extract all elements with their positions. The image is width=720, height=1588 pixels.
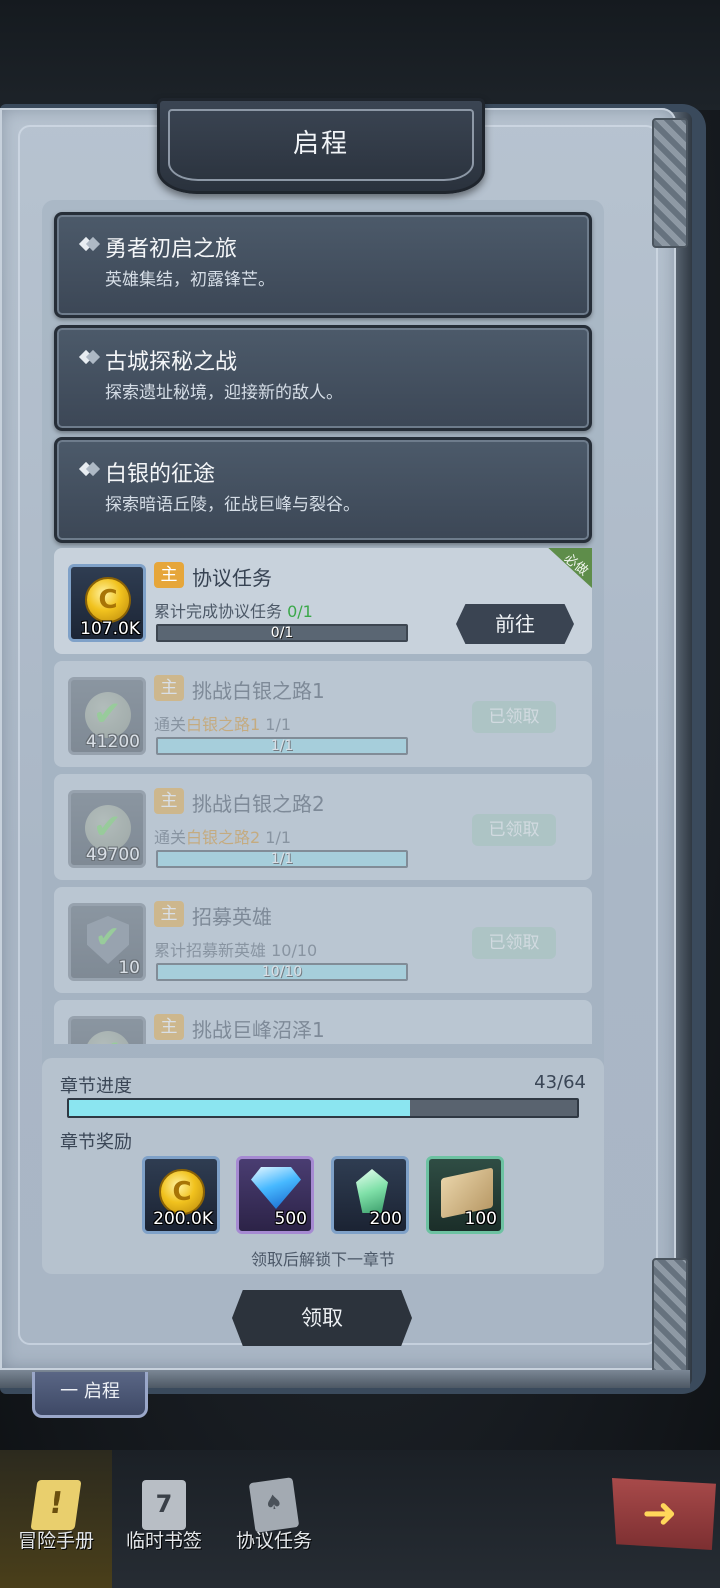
gold-coin-icon: [85, 577, 131, 623]
task-desc: 通关白银之路1 1/1: [154, 715, 292, 734]
task-row: 41200 主 挑战白银之路1 通关白银之路1 1/1 1/1 已领取: [54, 661, 592, 767]
task-desc: 通关白银之路2 1/1: [154, 828, 292, 847]
reward-slot[interactable]: 107.0K: [68, 564, 146, 642]
reward-slot-crystal[interactable]: 200: [331, 1156, 409, 1234]
page-title: 启程: [292, 129, 349, 159]
reward-slot-diamond[interactable]: 500: [236, 1156, 314, 1234]
reward-amount: 10: [118, 958, 140, 978]
reward-slot: ✔ 10: [68, 903, 146, 981]
chapter-card-3[interactable]: 白银的征途 探索暗语丘陵，征战巨峰与裂谷。: [54, 437, 592, 543]
main-quest-tag: 主: [154, 1014, 184, 1040]
next-button[interactable]: ➜: [612, 1478, 716, 1550]
title-banner: 启程: [157, 98, 485, 194]
reward-slot: [68, 1016, 146, 1044]
task-list[interactable]: 107.0K 主 协议任务 累计完成协议任务 0/1 0/1 前往 必做 412…: [54, 548, 592, 1044]
task-row: 主 挑战巨峰沼泽1: [54, 1000, 592, 1044]
checkmark-icon: ✔: [95, 920, 121, 955]
chapter-progress-label: 章节进度: [60, 1076, 132, 1097]
claimed-button: 已领取: [472, 814, 556, 846]
nav-label: 协议任务: [235, 1530, 312, 1552]
reward-amount: 49700: [85, 845, 140, 865]
chapter-progress-bar: [67, 1098, 579, 1118]
main-quest-tag: 主: [154, 788, 184, 814]
chapter-title: 白银的征途: [105, 462, 216, 487]
go-button[interactable]: 前往: [456, 604, 574, 644]
task-progress-bar: 10/10: [156, 963, 408, 981]
task-desc: 累计招募新英雄 10/10: [154, 941, 318, 960]
chapter-progress-count: 43/64: [534, 1072, 586, 1093]
task-progress-bar: 1/1: [156, 850, 408, 868]
diamond-bullet-icon: [81, 237, 97, 253]
task-progress-bar: 0/1: [156, 624, 408, 642]
top-backdrop: [0, 0, 720, 110]
claim-button[interactable]: 领取: [232, 1290, 412, 1346]
main-quest-tag: 主: [154, 675, 184, 701]
crystal-shard-icon: [356, 1169, 388, 1213]
claimed-button: 已领取: [472, 927, 556, 959]
chapter-progress-panel: 章节进度 43/64 章节奖励 200.0K 500 200 100 领取后解锁…: [42, 1058, 604, 1274]
chapter-bookmark-tab[interactable]: 一 启程: [32, 1372, 148, 1418]
claimed-button: 已领取: [472, 701, 556, 733]
task-row: ✔ 10 主 招募英雄 累计招募新英雄 10/10 10/10 已领取: [54, 887, 592, 993]
reward-amount: 107.0K: [80, 619, 140, 639]
unlock-note: 领取后解锁下一章节: [250, 1250, 395, 1269]
reward-slot-scroll[interactable]: 100: [426, 1156, 504, 1234]
chapter-reward-label: 章节奖励: [60, 1132, 132, 1153]
task-title: 协议任务: [192, 566, 272, 590]
chapter-desc: 探索遗址秘境，迎接新的敌人。: [105, 383, 343, 403]
bottom-nav: 冒险手册 临时书签 协议任务: [0, 1450, 720, 1588]
task-row: 107.0K 主 协议任务 累计完成协议任务 0/1 0/1 前往 必做: [54, 548, 592, 654]
task-title: 挑战白银之路1: [192, 679, 325, 703]
adventure-book-icon: [30, 1480, 82, 1530]
chapter-card-2[interactable]: 古城探秘之战 探索遗址秘境，迎接新的敌人。: [54, 325, 592, 431]
nav-adventure-book[interactable]: 冒险手册: [0, 1450, 112, 1588]
task-title: 挑战巨峰沼泽1: [192, 1018, 325, 1042]
main-quest-tag: 主: [154, 562, 184, 588]
task-progress-bar: 1/1: [156, 737, 408, 755]
reward-slot: 41200: [68, 677, 146, 755]
reward-amount: 500: [274, 1209, 307, 1229]
task-title: 挑战白银之路2: [192, 792, 325, 816]
calendar-icon: [142, 1480, 186, 1530]
main-quest-tag: 主: [154, 901, 184, 927]
nav-label: 冒险手册: [17, 1530, 94, 1552]
chapter-title: 古城探秘之战: [105, 350, 238, 375]
reward-amount: 41200: [85, 732, 140, 752]
book-clasp-bottom: [652, 1258, 688, 1378]
chapter-desc: 英雄集结，初露锋芒。: [105, 270, 275, 290]
diamond-icon: [251, 1167, 301, 1209]
task-row: 49700 主 挑战白银之路2 通关白银之路2 1/1 1/1 已领取: [54, 774, 592, 880]
reward-slot-gold[interactable]: 200.0K: [142, 1156, 220, 1234]
reward-slot: 49700: [68, 790, 146, 868]
task-desc: 累计完成协议任务 0/1: [154, 602, 313, 621]
diamond-bullet-icon: [81, 350, 97, 366]
nav-label: 临时书签: [125, 1530, 202, 1552]
reward-amount: 200.0K: [153, 1209, 213, 1229]
chapter-card-1[interactable]: 勇者初启之旅 英雄集结，初露锋芒。: [54, 212, 592, 318]
chapter-desc: 探索暗语丘陵，征战巨峰与裂谷。: [105, 495, 360, 515]
nav-temporary-bookmark[interactable]: 临时书签: [108, 1450, 220, 1588]
reward-amount: 200: [369, 1209, 402, 1229]
book-clasp-top: [652, 118, 688, 248]
chapter-title: 勇者初启之旅: [105, 237, 238, 262]
nav-protocol-tasks[interactable]: 协议任务: [218, 1450, 330, 1588]
arrow-right-icon: ➜: [642, 1488, 678, 1537]
task-title: 招募英雄: [192, 905, 272, 929]
checkmark-icon: [85, 1031, 131, 1044]
papers-icon: [248, 1477, 300, 1533]
reward-amount: 100: [464, 1209, 497, 1229]
diamond-bullet-icon: [81, 462, 97, 478]
